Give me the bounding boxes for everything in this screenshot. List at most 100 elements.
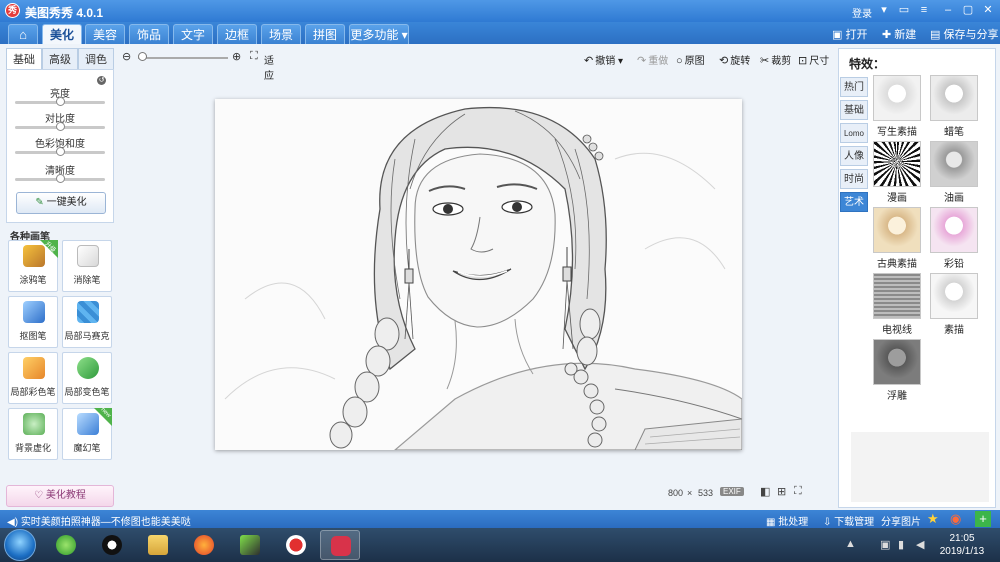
tray-security-icon[interactable]: ▣ [880,538,890,551]
recolor-brush-button[interactable]: 局部变色笔 [62,352,112,404]
weibo-icon[interactable]: ◉ [950,511,961,527]
brightness-slider[interactable] [15,97,105,106]
tab-home[interactable]: ⌂ [8,24,38,44]
effects-tab-portrait[interactable]: 人像 [840,146,868,166]
exif-badge[interactable]: EXIF [720,487,744,496]
graffiti-brush-button[interactable]: 升级 涂鸦笔 [8,240,58,292]
minimize-icon[interactable]: – [940,3,956,17]
login-link[interactable]: 登录 [852,5,872,20]
effects-tab-hot[interactable]: 热门 [840,77,868,97]
fullscreen-icon[interactable]: ⛶ [794,485,802,498]
effects-tab-lomo[interactable]: Lomo [840,123,868,143]
tray-network-icon[interactable]: ▮ [898,538,904,551]
taskbar-app-qq[interactable] [92,530,132,560]
star-icon[interactable]: ★ [927,511,939,527]
batch-process-button[interactable]: ▦ 批处理 [766,513,808,528]
contrast-knob[interactable] [56,122,65,131]
zoom-in-icon[interactable]: ⊕ [232,50,241,63]
magic-brush-button[interactable]: new 魔幻笔 [62,407,112,460]
effects-tab-fashion[interactable]: 时尚 [840,169,868,189]
effect-oil-painting[interactable]: 油画 [930,141,980,204]
beautify-tutorial-button[interactable]: ♡ 美化教程 [6,485,114,507]
effect-tv-lines[interactable]: 电视线 [873,273,923,336]
tray-expand-icon[interactable]: ▲ [845,538,856,550]
effects-tab-basic[interactable]: 基础 [840,100,868,120]
effect-crayon[interactable]: 蜡笔 [930,75,980,138]
reset-icon[interactable]: ↺ [97,76,106,85]
tab-beautify[interactable]: 美化 [42,24,82,44]
open-button[interactable]: ▣ 打开 [832,26,867,42]
promo-tip[interactable]: ◀) 实时美颜拍照神器—不修图也能美美哒 [7,513,191,528]
redo-icon: ↷ [637,55,647,67]
tab-face[interactable]: 美容 [85,24,125,44]
one-key-beautify-button[interactable]: ✎ 一键美化 [16,192,106,214]
tab-accessories[interactable]: 饰品 [129,24,169,44]
zoom-out-icon[interactable]: ⊖ [122,50,131,63]
left-panel: 基础 高级 调色 ↺ 亮度 对比度 色彩饱和度 清晰度 ✎ 一键美化 各种画笔 … [6,48,114,508]
taskbar-app-player[interactable] [230,530,270,560]
taskbar-app-explorer[interactable] [138,530,178,560]
color-brush-button[interactable]: 局部彩色笔 [8,352,58,404]
rotate-icon: ⟲ [719,55,729,67]
tray-volume-icon[interactable]: ◀ [916,538,924,551]
photo-canvas[interactable] [215,99,742,450]
effect-emboss[interactable]: 浮雕 [873,339,923,402]
taskbar-app-360[interactable] [46,530,86,560]
start-button[interactable] [4,529,36,561]
tab-more[interactable]: 更多功能 ▾ [349,24,409,44]
compare-icon[interactable]: ◧ [760,485,770,498]
close-icon[interactable]: ✕ [980,3,996,17]
app-logo-icon: 秀 [5,3,20,18]
download-manager-button[interactable]: ⇩ 下载管理 [823,513,874,528]
mosaic-brush-button[interactable]: 局部马赛克 [62,296,112,348]
tab-text[interactable]: 文字 [173,24,213,44]
crop-button[interactable]: ✂ 裁剪 [760,52,791,67]
batch-icon: ▦ [766,517,779,528]
redo-button[interactable]: ↷ 重做 [637,52,668,67]
original-button[interactable]: ○ 原图 [676,52,705,67]
zoom-knob[interactable] [138,52,147,61]
tab-scene[interactable]: 场景 [261,24,301,44]
undo-button[interactable]: ↶ 撤销 ▾ [584,52,623,67]
rotate-button[interactable]: ⟲ 旋转 [719,52,750,67]
save-share-button[interactable]: ▤ 保存与分享 [930,26,998,42]
skin-icon[interactable]: ▾ [876,3,892,17]
subtab-basic[interactable]: 基础 [6,48,42,70]
adjust-panel: ↺ 亮度 对比度 色彩饱和度 清晰度 ✎ 一键美化 [6,69,114,223]
saturation-knob[interactable] [56,147,65,156]
split-view-icon[interactable]: ⊞ [777,485,786,498]
sharpness-knob[interactable] [56,174,65,183]
cutout-brush-button[interactable]: 抠图笔 [8,296,58,348]
fit-icon[interactable]: ⛶ [250,50,258,63]
fit-button[interactable]: 适应 [264,52,274,82]
sharpness-slider[interactable] [15,174,105,183]
share-image-button[interactable]: 分享图片 [881,513,921,528]
taskbar-app-meitu[interactable] [320,530,360,560]
effects-tab-art[interactable]: 艺术 [840,192,868,212]
contrast-slider[interactable] [15,122,105,131]
brightness-knob[interactable] [56,97,65,106]
tab-collage[interactable]: 拼图 [305,24,345,44]
add-icon[interactable]: + [975,511,991,527]
effect-comic[interactable]: 漫画 [873,141,923,204]
effect-plain-sketch[interactable]: 素描 [930,273,980,336]
saturation-slider[interactable] [15,147,105,156]
subtab-color[interactable]: 调色 [78,48,114,70]
effect-sketch[interactable]: 写生素描 [873,75,923,138]
maximize-icon[interactable]: ▢ [960,3,976,17]
zoom-slider[interactable] [138,57,228,59]
effect-classic-sketch[interactable]: 古典素描 [873,207,923,270]
new-button[interactable]: ✚ 新建 [882,26,916,42]
eraser-brush-button[interactable]: 消除笔 [62,240,112,292]
background-blur-button[interactable]: 背景虚化 [8,408,58,460]
resize-button[interactable]: ⊡ 尺寸 [798,52,829,67]
subtab-advanced[interactable]: 高级 [42,48,78,70]
system-clock[interactable]: 21:05 2019/1/13 [938,532,986,558]
tab-frame[interactable]: 边框 [217,24,257,44]
taskbar-app-firefox[interactable] [184,530,224,560]
clock-time: 21:05 [949,533,975,544]
taskbar-app-recorder[interactable] [276,530,316,560]
menu-icon[interactable]: ≡ [916,3,932,17]
effect-color-pencil[interactable]: 彩铅 [930,207,980,270]
message-icon[interactable]: ▭ [896,3,912,17]
